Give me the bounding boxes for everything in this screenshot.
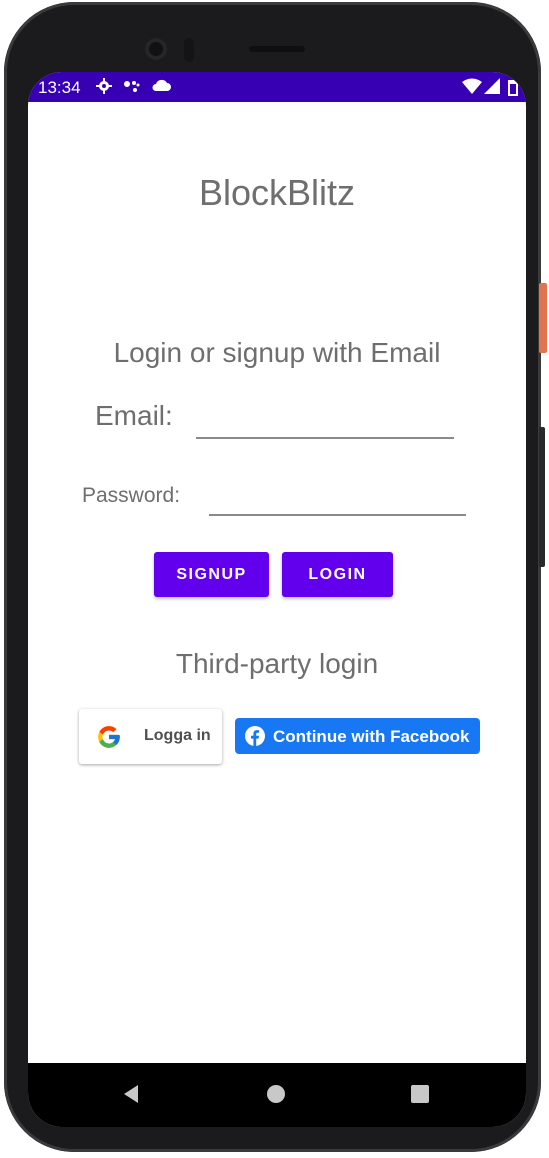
earpiece-speaker bbox=[249, 46, 305, 52]
app-title: BlockBlitz bbox=[198, 172, 356, 213]
facebook-login-button[interactable]: Continue with Facebook bbox=[235, 718, 480, 754]
wifi-icon bbox=[462, 78, 482, 99]
login-button[interactable]: LOGIN bbox=[282, 552, 393, 597]
third-party-heading: Third-party login bbox=[175, 648, 379, 679]
navigation-bar bbox=[28, 1063, 526, 1127]
recents-icon[interactable] bbox=[411, 1085, 429, 1103]
email-label: Email: bbox=[95, 400, 173, 431]
email-input[interactable] bbox=[196, 405, 454, 439]
password-input[interactable] bbox=[209, 482, 466, 516]
proximity-sensor bbox=[184, 38, 194, 62]
gear-icon bbox=[96, 78, 112, 99]
home-icon[interactable] bbox=[267, 1085, 285, 1103]
email-section-heading: Login or signup with Email bbox=[113, 337, 441, 368]
status-bar: 13:34 bbox=[28, 72, 526, 102]
signup-button[interactable]: SIGNUP bbox=[154, 552, 269, 597]
cloud-icon bbox=[151, 78, 171, 97]
front-camera bbox=[145, 38, 167, 60]
phone-frame: 13:34 BlockBlitz Login or signup with Em… bbox=[4, 2, 541, 1152]
battery-icon bbox=[506, 78, 518, 101]
status-time: 13:34 bbox=[38, 78, 81, 97]
google-signin-label: Logga in bbox=[144, 727, 211, 744]
signal-icon bbox=[484, 78, 500, 99]
facebook-icon bbox=[245, 726, 265, 746]
screen: 13:34 BlockBlitz Login or signup with Em… bbox=[28, 72, 526, 1127]
volume-button bbox=[539, 427, 545, 567]
google-signin-button[interactable]: Logga in bbox=[79, 709, 222, 764]
back-icon[interactable] bbox=[122, 1084, 140, 1104]
password-label: Password: bbox=[82, 484, 181, 507]
facebook-login-label: Continue with Facebook bbox=[273, 727, 470, 746]
google-icon bbox=[98, 726, 120, 748]
power-button bbox=[539, 283, 547, 353]
assistant-icon bbox=[123, 78, 141, 99]
